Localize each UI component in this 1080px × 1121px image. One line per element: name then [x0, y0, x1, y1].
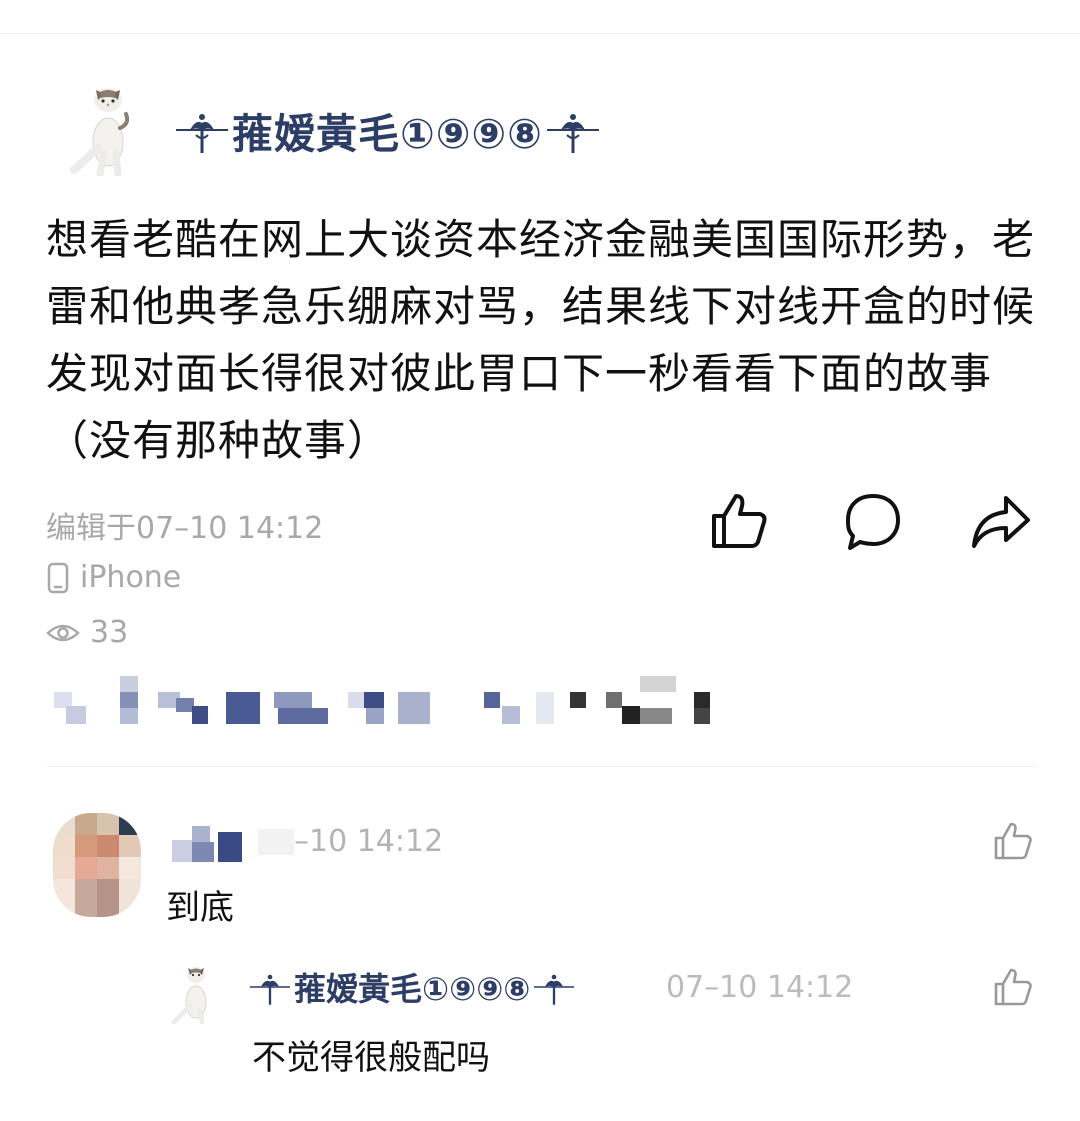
post-body: 想看老酷在网上大谈资本经济金融美国国际形势，老雷和他典孝急乐绷麻对骂，结果线下对… — [46, 215, 1036, 465]
commenter-name-censored[interactable] — [172, 826, 252, 862]
comment-like-button[interactable] — [992, 820, 1034, 862]
censored-content — [54, 676, 734, 728]
like-button[interactable] — [708, 490, 770, 552]
ornament-right-icon — [534, 974, 575, 1005]
comment-time-text: –10 14:12 — [294, 824, 444, 859]
ornament-left-icon — [250, 974, 290, 1005]
author-avatar[interactable] — [60, 84, 142, 176]
thumbs-up-icon — [994, 968, 1032, 1006]
share-arrow-icon — [972, 496, 1030, 548]
device-label: iPhone — [80, 560, 182, 595]
comment-time: –10 14:12 — [258, 824, 443, 859]
comment-bubble-icon — [846, 494, 900, 550]
edited-time: 编辑于07–10 14:12 — [46, 511, 324, 546]
reply-like-button[interactable] — [992, 966, 1034, 1008]
censored-date — [258, 828, 294, 855]
reply-time: 07–10 14:12 — [666, 970, 854, 1005]
view-count: 33 — [46, 615, 128, 650]
phone-icon — [47, 562, 69, 593]
thumbs-up-icon — [712, 494, 767, 548]
comment-button[interactable] — [842, 490, 904, 552]
commenter-avatar[interactable] — [53, 813, 141, 917]
author-name-line[interactable]: 蓷嫒黃毛①⑨⑨⑧ — [176, 100, 599, 160]
top-divider — [0, 33, 1080, 34]
thumbs-up-icon — [994, 822, 1032, 860]
reply-text: 不觉得很般配吗 — [252, 1038, 490, 1078]
reply-author-name[interactable]: 蓷嫒黃毛①⑨⑨⑧ — [294, 964, 530, 1010]
device-info: iPhone — [46, 560, 181, 595]
ornament-right-icon — [546, 114, 599, 153]
ornament-left-icon — [176, 114, 228, 153]
view-count-value: 33 — [90, 615, 129, 650]
author-name[interactable]: 蓷嫒黃毛①⑨⑨⑧ — [232, 100, 543, 160]
section-divider — [46, 766, 1036, 767]
comment-text: 到底 — [166, 888, 234, 928]
reply-author-name-line[interactable]: 蓷嫒黃毛①⑨⑨⑧ — [250, 964, 575, 1010]
reply-author-avatar[interactable] — [166, 964, 218, 1024]
eye-icon — [46, 624, 80, 641]
share-button[interactable] — [970, 490, 1032, 552]
